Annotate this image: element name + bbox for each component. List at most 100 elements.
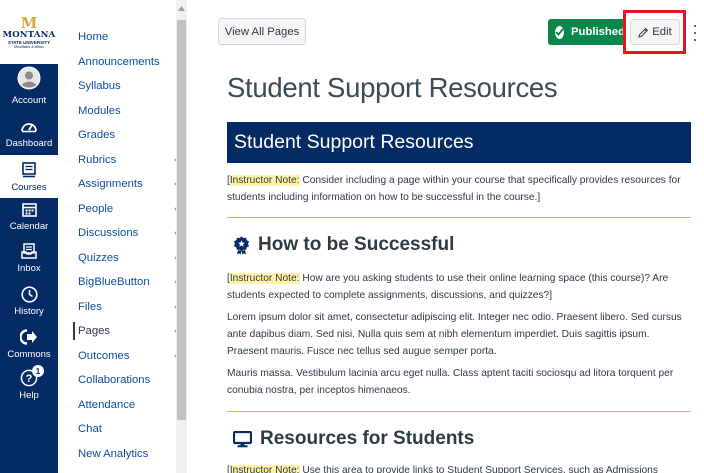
course-nav-item-home[interactable]: Home <box>78 25 186 49</box>
course-nav-label: Chat <box>78 423 102 435</box>
note-text: Use this area to provide links to Studen… <box>299 465 658 473</box>
help-badge: 1 <box>32 365 44 377</box>
course-nav-item-outcomes[interactable]: Outcomes <box>78 344 186 368</box>
lorem-paragraph-1: Lorem ipsum dolor sit amet, consectetur … <box>227 312 682 357</box>
global-nav-account[interactable]: Account <box>0 66 58 111</box>
section-divider <box>227 411 691 412</box>
course-nav-item-quizzes[interactable]: Quizzes <box>78 246 186 270</box>
global-nav-dashboard[interactable]: Dashboard <box>0 116 58 159</box>
help-icon: ? 1 <box>20 365 44 390</box>
global-nav-label: Commons <box>7 349 51 360</box>
course-nav-scrollbar[interactable] <box>176 0 187 473</box>
course-nav-item-grades[interactable]: Grades <box>78 123 186 147</box>
logo-line-1: MONTANA <box>2 30 56 40</box>
canvas-app: M MONTANA STATE UNIVERSITY Mountains & M… <box>0 0 704 473</box>
commons-icon <box>20 327 38 349</box>
note-tag: Instructor Note: <box>229 465 300 473</box>
course-nav-label: Home <box>78 31 109 43</box>
logo-line-3: Mountains & Minds <box>14 45 44 49</box>
global-nav-label: Calendar <box>9 221 49 232</box>
course-navigation: Home Announcements Syllabus Modules Grades Ru… <box>58 0 186 473</box>
course-nav-item-collaborations[interactable]: Collaborations <box>78 368 186 392</box>
course-nav-label: People <box>78 202 114 215</box>
award-icon <box>234 236 249 255</box>
course-nav-label: Assignments <box>78 178 143 190</box>
global-nav-commons[interactable]: Commons <box>0 327 58 370</box>
global-nav-label: Inbox <box>17 263 41 274</box>
bracket-close: ] <box>549 290 553 301</box>
scrollbar-thumb[interactable] <box>177 20 186 420</box>
global-navigation: M MONTANA STATE UNIVERSITY Mountains & M… <box>0 0 58 473</box>
course-nav-item-syllabus[interactable]: Syllabus <box>78 74 186 98</box>
instructor-note-3: [Instructor Note: Use this area to provi… <box>227 462 691 473</box>
more-options-icon[interactable] <box>692 25 698 41</box>
published-label: Published <box>571 26 625 38</box>
logo-mark: M <box>20 14 38 32</box>
course-nav-label: Quizzes <box>78 251 119 264</box>
course-nav-label: Syllabus <box>78 80 121 92</box>
heading-text: How to be Successful <box>258 234 455 255</box>
course-nav-item-attendance[interactable]: Attendance <box>78 393 186 417</box>
course-nav-label: Files <box>78 300 102 313</box>
course-nav-label: Modules <box>78 104 121 117</box>
dashboard-icon <box>20 116 38 138</box>
course-nav-item-assignments[interactable]: Assignments <box>78 172 186 196</box>
global-nav-label: History <box>14 306 44 317</box>
course-nav-label: Attendance <box>78 398 136 411</box>
course-nav-label: Collaborations <box>78 374 151 386</box>
course-nav-label: Rubrics <box>78 153 117 166</box>
svg-text:?: ? <box>26 373 33 385</box>
university-logo[interactable]: M MONTANA STATE UNIVERSITY Mountains & M… <box>0 0 58 64</box>
instructor-note-2: [Instructor Note: How are you asking stu… <box>227 270 691 304</box>
global-nav-label: Help <box>19 390 39 401</box>
global-nav-calendar[interactable]: Calendar <box>0 199 58 242</box>
lorem-paragraph-2: Mauris massa. Vestibulum lacinia arcu eg… <box>227 368 674 396</box>
course-nav-item-files[interactable]: Files <box>78 295 186 319</box>
section-heading-resources: Resources for Students <box>233 428 474 450</box>
course-nav-item-new-analytics[interactable]: New Analytics <box>78 442 186 466</box>
global-nav-label: Account <box>11 95 47 106</box>
heading-text: Resources for Students <box>260 428 475 449</box>
global-nav-inbox[interactable]: Inbox <box>0 241 58 284</box>
global-nav-courses[interactable]: Courses <box>0 155 58 198</box>
course-nav-item-people[interactable]: People <box>78 197 186 221</box>
published-button[interactable]: Published <box>548 19 625 45</box>
monitor-icon <box>233 430 252 447</box>
course-nav-label: BigBlueButton <box>78 276 150 288</box>
global-nav-label: Courses <box>11 182 47 193</box>
pencil-icon <box>638 27 649 38</box>
course-nav-label: Pages <box>78 325 111 337</box>
instructor-note-1: [Instructor Note: Consider including a p… <box>227 172 691 206</box>
course-nav-label: Grades <box>78 129 116 141</box>
note-tag: Instructor Note: <box>229 175 300 186</box>
course-nav-item-chat[interactable]: Chat <box>78 417 186 441</box>
calendar-icon <box>21 199 37 221</box>
global-nav-label: Dashboard <box>5 138 53 149</box>
view-all-pages-button[interactable]: View All Pages <box>218 18 306 45</box>
note-tag: Instructor Note: <box>229 273 300 284</box>
edit-label: Edit <box>652 26 672 38</box>
course-nav-label: Outcomes <box>78 349 130 362</box>
edit-button[interactable]: Edit <box>630 19 680 45</box>
bracket-close: ] <box>537 192 541 203</box>
course-nav-item-rubrics[interactable]: Rubrics <box>78 148 186 172</box>
page-banner: Student Support Resources <box>227 122 691 163</box>
course-nav-item-discussions[interactable]: Discussions <box>78 221 186 245</box>
history-icon <box>20 284 38 306</box>
course-nav-item-bigbluebutton[interactable]: BigBlueButton <box>78 270 186 294</box>
course-nav-item-announcements[interactable]: Announcements <box>78 50 186 74</box>
section-divider <box>227 217 691 218</box>
global-nav-help[interactable]: ? 1 Help <box>0 365 58 411</box>
course-nav-label: Discussions <box>78 227 139 239</box>
inbox-icon <box>21 241 37 263</box>
section-heading-success: How to be Successful <box>233 234 454 256</box>
course-nav-label: New Analytics <box>78 447 149 460</box>
scroll-up-arrow-icon[interactable] <box>176 6 187 16</box>
page-title: Student Support Resources <box>227 72 558 103</box>
account-icon <box>17 66 41 90</box>
course-nav-label: Announcements <box>78 55 160 68</box>
global-nav-history[interactable]: History <box>0 284 58 327</box>
course-nav-item-pages[interactable]: Pages <box>73 319 186 343</box>
course-nav-item-modules[interactable]: Modules <box>78 99 186 123</box>
page-content: View All Pages Published Edit Student Su… <box>187 0 704 473</box>
